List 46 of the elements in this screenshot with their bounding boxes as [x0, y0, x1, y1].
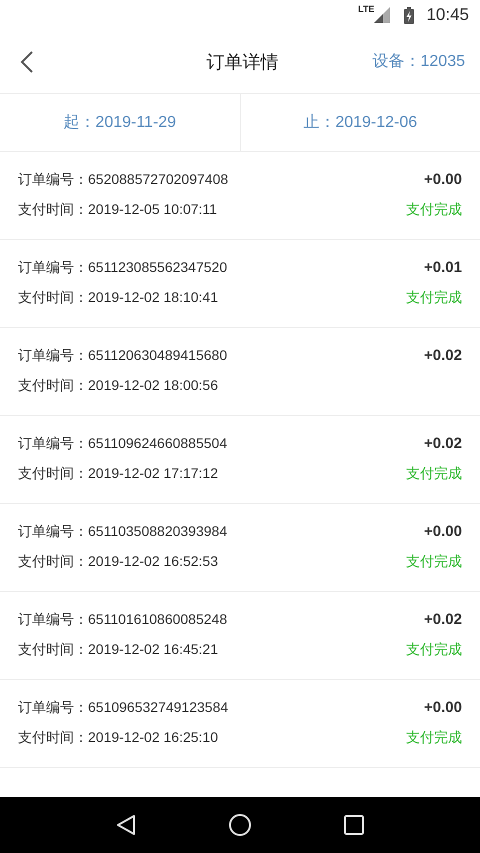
- payment-status: 支付完成: [406, 552, 462, 570]
- end-date[interactable]: 止：2019-12-06: [240, 94, 480, 151]
- page-title: 订单详情: [206, 50, 278, 74]
- order-number: 订单编号：651101610860085248: [18, 610, 228, 628]
- order-row[interactable]: 订单编号：651101610860085248 +0.02 支付时间：2019-12-02 16:45:21 支付完成: [0, 592, 480, 680]
- order-number: 订单编号：651123085562347520: [18, 258, 228, 276]
- payment-time: 支付时间：2019-12-02 16:25:10: [18, 728, 218, 746]
- payment-time: 支付时间：2019-12-02 18:10:41: [18, 288, 218, 306]
- signal-icon: [374, 7, 390, 23]
- payment-time: 支付时间：2019-12-02 16:52:53: [18, 552, 218, 570]
- device-id: 设备：12035: [372, 52, 465, 72]
- order-row[interactable]: 订单编号：651096532749123584 +0.00 支付时间：2019-12-02 16:25:10 支付完成: [0, 680, 480, 768]
- order-row[interactable]: 订单编号：651103508820393984 +0.00 支付时间：2019-12-02 16:52:53 支付完成: [0, 504, 480, 592]
- order-row[interactable]: 订单编号：652088572702097408 +0.00 支付时间：2019-12-05 10:07:11 支付完成: [0, 152, 480, 240]
- payment-status: 支付完成: [406, 464, 462, 482]
- order-number: 订单编号：651103508820393984: [18, 522, 228, 540]
- back-icon[interactable]: [20, 50, 34, 74]
- payment-status: 支付完成: [406, 200, 462, 218]
- back-nav-icon[interactable]: [116, 814, 136, 836]
- payment-time: 支付时间：2019-12-02 17:17:12: [18, 464, 218, 482]
- order-number: 订单编号：652088572702097408: [18, 170, 228, 188]
- payment-status: 支付完成: [406, 640, 462, 658]
- start-date[interactable]: 起：2019-11-29: [0, 94, 240, 151]
- payment-status: 支付完成: [406, 288, 462, 306]
- payment-status: 支付完成: [406, 728, 462, 746]
- home-nav-icon[interactable]: [228, 813, 252, 837]
- order-amount: +0.00: [424, 171, 462, 188]
- order-row[interactable]: 订单编号：651123085562347520 +0.01 支付时间：2019-12-02 18:10:41 支付完成: [0, 240, 480, 328]
- payment-time: 支付时间：2019-12-02 18:00:56: [18, 376, 218, 394]
- clock-time: 10:45: [426, 5, 469, 25]
- battery-icon: [404, 6, 414, 24]
- order-number: 订单编号：651096532749123584: [18, 698, 228, 716]
- order-amount: +0.00: [424, 523, 462, 540]
- order-amount: +0.02: [424, 611, 462, 628]
- order-amount: +0.02: [424, 347, 462, 364]
- order-amount: +0.02: [424, 435, 462, 452]
- order-number: 订单编号：651109624660885504: [18, 434, 228, 452]
- order-amount: +0.01: [424, 259, 462, 276]
- payment-time: 支付时间：2019-12-02 16:45:21: [18, 640, 218, 658]
- order-amount: +0.00: [424, 699, 462, 716]
- order-number: 订单编号：651120630489415680: [18, 346, 228, 364]
- order-row[interactable]: 订单编号：651120630489415680 +0.02 支付时间：2019-12-02 18:00:56: [0, 328, 480, 416]
- recents-nav-icon[interactable]: [344, 815, 364, 835]
- network-type: LTE: [358, 4, 374, 14]
- order-row[interactable]: 订单编号：651109624660885504 +0.02 支付时间：2019-12-02 17:17:12 支付完成: [0, 416, 480, 504]
- payment-time: 支付时间：2019-12-05 10:07:11: [18, 200, 217, 218]
